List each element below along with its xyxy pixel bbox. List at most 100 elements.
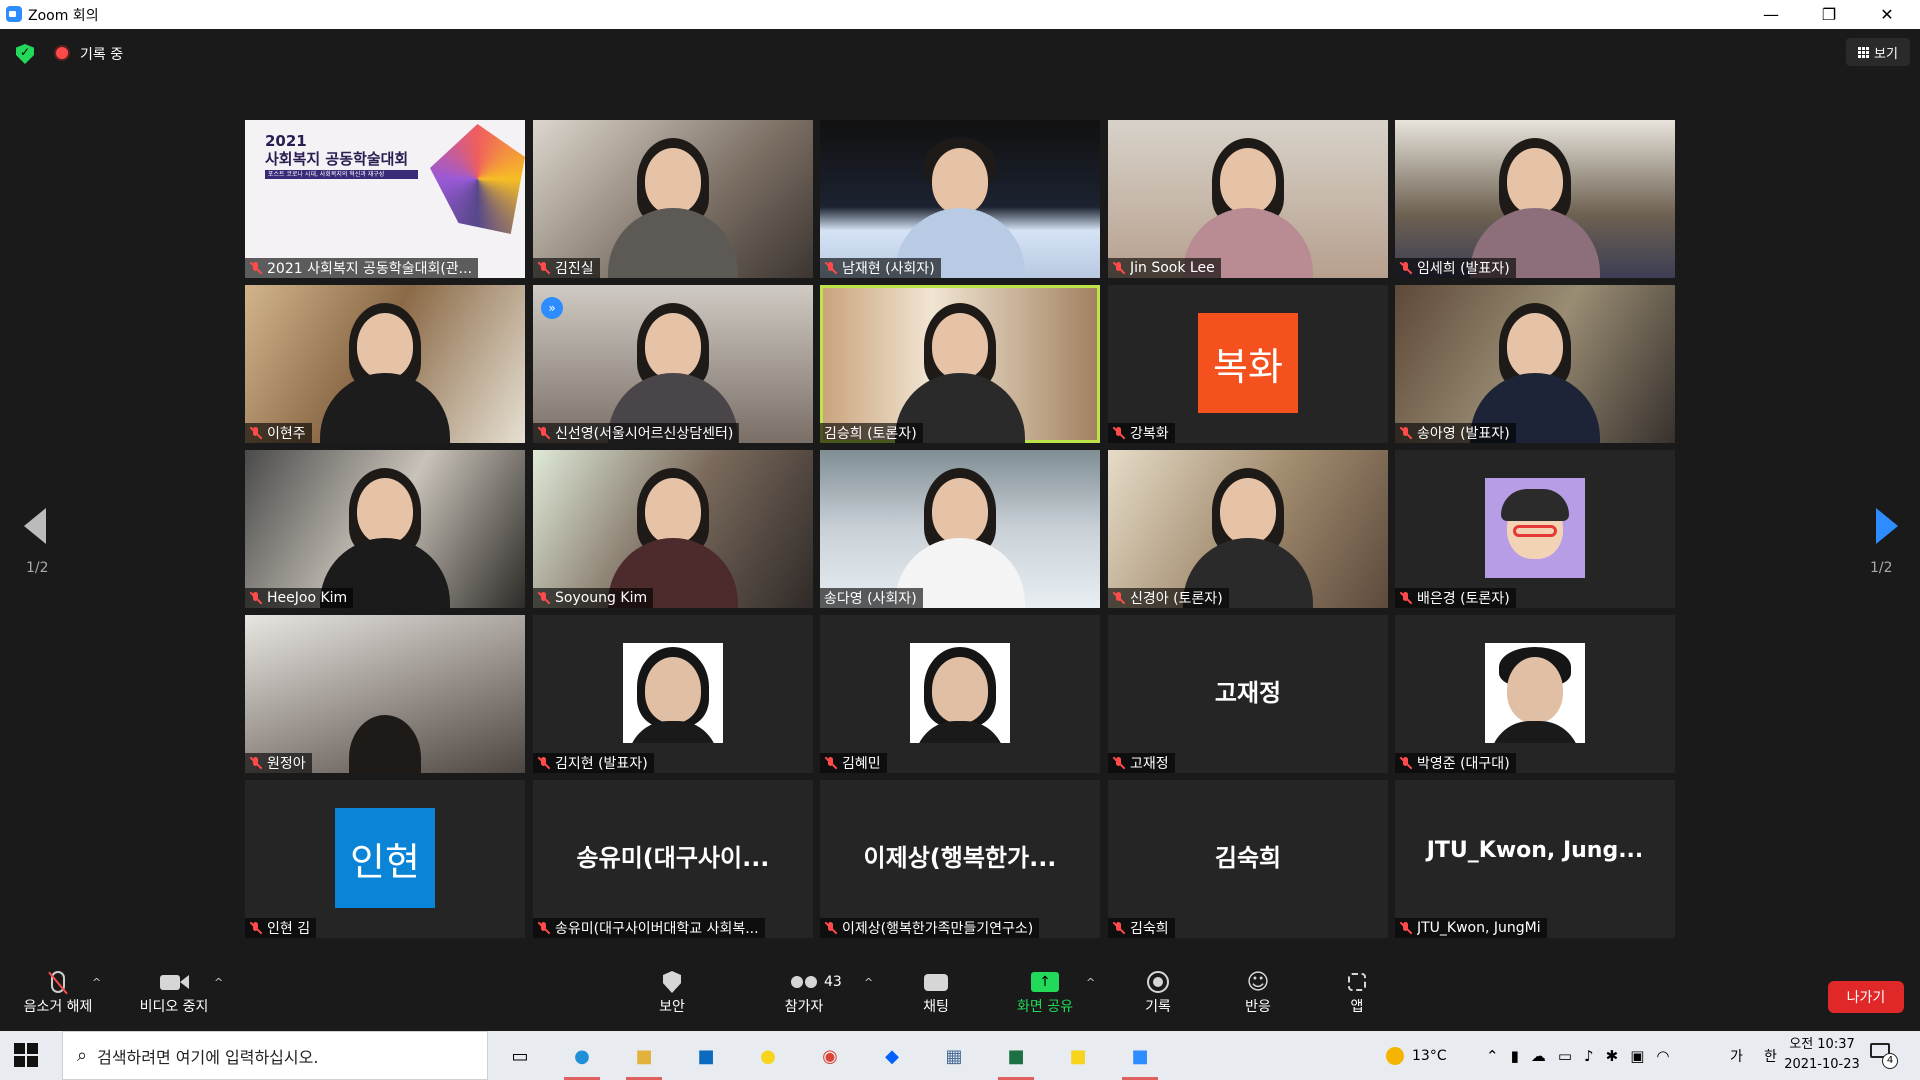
windows-taskbar: ⌕ 검색하려면 여기에 입력하십시오. ▭ ● ■ ■ ● ◉ ◆ ▦ ■ ■ … bbox=[0, 1031, 1920, 1080]
volume-icon[interactable]: ♪ bbox=[1584, 1047, 1594, 1065]
active-speaker-tile[interactable]: 김승희 (토론자) bbox=[820, 285, 1100, 443]
photo-tile[interactable]: 김혜민 bbox=[820, 615, 1100, 773]
video-tile[interactable]: » 신선영(서울시어르신상담센터) bbox=[533, 285, 813, 443]
avatar-tile[interactable]: 복화 강복화 bbox=[1108, 285, 1388, 443]
security-button[interactable]: 보안 bbox=[652, 968, 692, 1016]
microphone-icon[interactable]: ▮ bbox=[1511, 1047, 1519, 1065]
edge-browser-icon[interactable]: ● bbox=[564, 1038, 600, 1080]
participant-name: 신선영(서울시어르신상담센터) bbox=[555, 426, 734, 442]
participant-name-bar: 신경아 (토론자) bbox=[1108, 588, 1229, 608]
app-tray-icon[interactable]: ✱ bbox=[1606, 1047, 1619, 1065]
file-explorer-icon[interactable]: ■ bbox=[626, 1038, 662, 1080]
participant-name: 강복화 bbox=[1130, 426, 1169, 442]
taskbar-search-input[interactable]: ⌕ 검색하려면 여기에 입력하십시오. bbox=[62, 1031, 488, 1080]
battery-icon[interactable]: ▭ bbox=[1558, 1047, 1572, 1065]
ime-language[interactable]: 가 bbox=[1730, 1031, 1743, 1080]
video-tile[interactable]: 송아영 (발표자) bbox=[1395, 285, 1675, 443]
video-tile[interactable]: 원정아 bbox=[245, 615, 525, 773]
participant-name-bar: 송유미(대구사이버대학교 사회복... bbox=[533, 918, 765, 938]
participant-name: 김승희 (토론자) bbox=[824, 426, 917, 442]
video-tile[interactable]: 김진실 bbox=[533, 120, 813, 278]
video-tile[interactable]: 2021 사회복지 공동학술대회 포스트 코로나 시대, 사회복지의 혁신과 재구… bbox=[245, 120, 525, 278]
participant-face bbox=[1220, 478, 1276, 544]
leave-button[interactable]: 나가기 bbox=[1828, 981, 1904, 1013]
notification-badge-icon[interactable]: ▣ bbox=[1630, 1047, 1644, 1065]
restore-button[interactable]: ❐ bbox=[1800, 0, 1858, 29]
name-only-tile[interactable]: 송유미(대구사이... 송유미(대구사이버대학교 사회복... bbox=[533, 780, 813, 938]
muted-mic-icon bbox=[249, 921, 263, 935]
windows-start-icon[interactable] bbox=[14, 1043, 38, 1067]
reactions-label: 반응 bbox=[1245, 999, 1271, 1015]
cloud-icon[interactable]: ☁ bbox=[1531, 1047, 1546, 1065]
tray-chevron-icon[interactable]: ⌃ bbox=[1486, 1047, 1499, 1065]
muted-mic-icon bbox=[1399, 261, 1413, 275]
muted-mic-icon bbox=[1112, 426, 1126, 440]
zoom-taskbar-icon[interactable]: ■ bbox=[1122, 1038, 1158, 1080]
video-options-caret-icon[interactable]: ^ bbox=[214, 976, 223, 989]
unmute-button[interactable]: 음소거 해제 bbox=[18, 968, 98, 1016]
participants-caret-icon[interactable]: ^ bbox=[864, 976, 873, 989]
task-view-icon[interactable]: ▭ bbox=[502, 1038, 538, 1074]
action-center-icon[interactable]: 4 bbox=[1870, 1043, 1898, 1069]
wifi-icon[interactable]: ◠ bbox=[1656, 1047, 1669, 1065]
photo-tile[interactable]: 박영준 (대구대) bbox=[1395, 615, 1675, 773]
prev-page-arrow-icon[interactable] bbox=[24, 508, 46, 544]
record-icon bbox=[1147, 968, 1169, 996]
muted-mic-icon bbox=[537, 426, 551, 440]
photo-tile[interactable]: 김지현 (발표자) bbox=[533, 615, 813, 773]
record-button[interactable]: 기록 bbox=[1138, 968, 1178, 1016]
video-tile[interactable]: 임세희 (발표자) bbox=[1395, 120, 1675, 278]
smiley-icon: ☺ bbox=[1246, 969, 1270, 995]
video-tile[interactable]: HeeJoo Kim bbox=[245, 450, 525, 608]
participant-name: 배은경 (토론자) bbox=[1417, 591, 1510, 607]
close-button[interactable]: ✕ bbox=[1858, 0, 1916, 29]
video-tile[interactable]: 송다영 (사회자) bbox=[820, 450, 1100, 608]
name-only-tile[interactable]: JTU_Kwon, Jung... JTU_Kwon, JungMi bbox=[1395, 780, 1675, 938]
clock-time: 오전 10:37 bbox=[1789, 1037, 1855, 1052]
participant-face bbox=[932, 313, 988, 379]
slide-title: 2021 사회복지 공동학술대회 bbox=[265, 132, 408, 168]
video-tile[interactable]: Soyoung Kim bbox=[533, 450, 813, 608]
minimize-button[interactable]: — bbox=[1742, 0, 1800, 29]
hangul-word-icon[interactable]: ■ bbox=[688, 1038, 724, 1074]
stop-video-button[interactable]: 비디오 중지 bbox=[132, 968, 216, 1016]
chat-button[interactable]: 채팅 bbox=[916, 968, 956, 1016]
calculator-icon[interactable]: ▦ bbox=[936, 1038, 972, 1074]
excel-icon[interactable]: ■ bbox=[998, 1038, 1034, 1080]
muted-mic-icon bbox=[824, 921, 838, 935]
muted-mic-icon bbox=[824, 261, 838, 275]
avatar-tile[interactable]: 인현 인현 김 bbox=[245, 780, 525, 938]
name-only-tile[interactable]: 고재정 고재정 bbox=[1108, 615, 1388, 773]
dropbox-icon[interactable]: ◆ bbox=[874, 1038, 910, 1074]
participant-name: 이제상(행복한가족만들기연구소) bbox=[842, 921, 1034, 937]
next-page-arrow-icon[interactable] bbox=[1876, 508, 1898, 544]
spotlight-icon: » bbox=[541, 297, 563, 319]
name-only-tile[interactable]: 이제상(행복한가... 이제상(행복한가족만들기연구소) bbox=[820, 780, 1100, 938]
video-tile[interactable]: 배은경 (토론자) bbox=[1395, 450, 1675, 608]
apps-button[interactable]: 앱 bbox=[1342, 968, 1372, 1016]
sticky-notes-icon[interactable]: ■ bbox=[1060, 1038, 1096, 1074]
grid-icon bbox=[1858, 46, 1870, 58]
participants-icon bbox=[791, 968, 817, 996]
video-tile[interactable]: 남재현 (사회자) bbox=[820, 120, 1100, 278]
video-tile[interactable]: 신경아 (토론자) bbox=[1108, 450, 1388, 608]
view-button[interactable]: 보기 bbox=[1846, 38, 1910, 66]
participant-name-bar: 김승희 (토론자) bbox=[820, 423, 923, 443]
participant-face bbox=[645, 478, 701, 544]
audio-options-caret-icon[interactable]: ^ bbox=[92, 976, 101, 989]
kakaotalk-icon[interactable]: ● bbox=[750, 1038, 786, 1074]
reactions-button[interactable]: ☺ 반응 bbox=[1238, 968, 1278, 1016]
participant-photo bbox=[910, 643, 1010, 743]
video-tile[interactable]: 이현주 bbox=[245, 285, 525, 443]
weather-widget[interactable]: 13°C bbox=[1386, 1031, 1447, 1080]
share-screen-button[interactable]: ↑ 화면 공유 bbox=[1010, 968, 1080, 1016]
chrome-browser-icon[interactable]: ◉ bbox=[812, 1038, 848, 1074]
share-options-caret-icon[interactable]: ^ bbox=[1086, 976, 1095, 989]
taskbar-clock[interactable]: 오전 10:37 2021-10-23 bbox=[1770, 1035, 1874, 1075]
name-only-tile[interactable]: 김숙희 김숙희 bbox=[1108, 780, 1388, 938]
stop-video-label: 비디오 중지 bbox=[139, 999, 209, 1015]
slide-title-year: 2021 bbox=[265, 132, 307, 150]
participant-video bbox=[349, 715, 421, 773]
video-tile[interactable]: Jin Sook Lee bbox=[1108, 120, 1388, 278]
muted-mic-icon bbox=[537, 591, 551, 605]
